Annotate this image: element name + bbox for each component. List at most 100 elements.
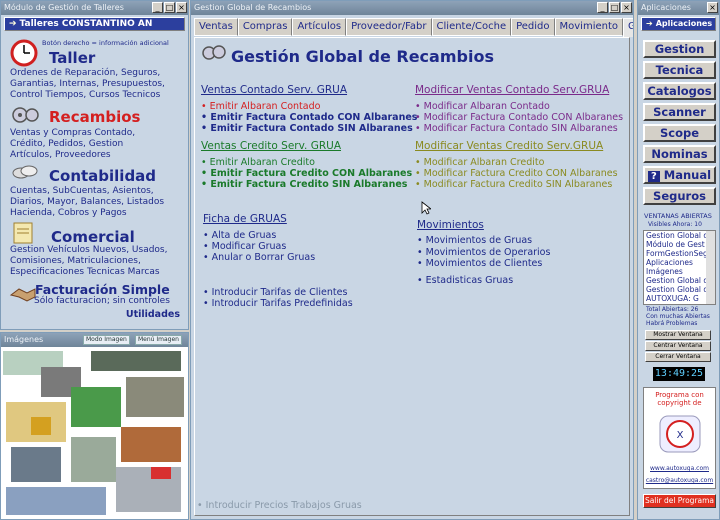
modificar-albaran-credito-link[interactable]: Modificar Albaran Credito: [415, 157, 545, 168]
list-item[interactable]: Gestion Global d: [646, 285, 715, 294]
talleres-module-window: Módulo de Gestión de Talleres _ □ × ➔ Tal…: [0, 0, 189, 330]
list-item[interactable]: FormGestionSeg: [646, 249, 715, 258]
right-titlebar[interactable]: Aplicaciones ×: [638, 1, 719, 15]
estadisticas-gruas-link[interactable]: Estadisticas Gruas: [417, 275, 514, 286]
mostrar-ventana-button[interactable]: Mostrar Ventana: [645, 330, 711, 340]
modificar-factura-credito-con-link[interactable]: Modificar Factura Credito CON Albaranes: [415, 168, 618, 179]
maximize-button[interactable]: □: [609, 2, 620, 13]
scanner-button[interactable]: Scanner: [643, 103, 716, 121]
desc-line: Control Tiempos, Cursos Tecnicos: [10, 90, 161, 100]
anular-gruas-link[interactable]: Anular o Borrar Gruas: [203, 252, 316, 263]
taller-desc: Ordenes de Reparación, Seguros, Garantia…: [10, 68, 165, 101]
warning-line-1: Con muchas Abiertas: [646, 313, 710, 320]
desc-line: Ordenes de Reparación, Seguros,: [10, 68, 161, 78]
module-comercial[interactable]: Comercial: [51, 228, 135, 246]
maximize-button[interactable]: □: [164, 2, 175, 13]
arrow-right-icon: ➔: [646, 19, 653, 28]
modificar-albaran-contado-link[interactable]: Modificar Albaran Contado: [415, 101, 550, 112]
nominas-button[interactable]: Nominas: [643, 145, 716, 163]
list-item[interactable]: Gestion Global d: [646, 276, 715, 285]
coins-icon: [12, 165, 38, 179]
tarifas-clientes-link[interactable]: Introducir Tarifas de Clientes: [203, 287, 348, 298]
workshop-name: Talleres CONSTANTINO AN: [19, 19, 153, 29]
minimize-button[interactable]: _: [597, 2, 608, 13]
center-titlebar[interactable]: Gestion Global de Recambios _ □ ×: [191, 1, 633, 15]
tab-proveedor[interactable]: Proveedor/Fabr: [346, 18, 432, 36]
alta-gruas-link[interactable]: Alta de Gruas: [203, 230, 277, 241]
comercial-desc: Gestion Vehículos Nuevos, Usados, Comisi…: [10, 245, 168, 278]
factura-contado-sin-link[interactable]: Emitir Factura Contado SIN Albaranes: [201, 123, 412, 134]
factura-credito-con-link[interactable]: Emitir Factura Credito CON Albaranes: [201, 168, 412, 179]
modificar-factura-contado-con-link[interactable]: Modificar Factura Contado CON Albaranes: [415, 112, 623, 123]
tab-ventas[interactable]: Ventas: [194, 18, 238, 36]
close-button[interactable]: ×: [621, 2, 632, 13]
module-taller[interactable]: Taller: [49, 49, 95, 67]
modificar-gruas-link[interactable]: Modificar Gruas: [203, 241, 287, 252]
visible-now-label: Visibles Ahora: 10: [648, 221, 702, 228]
right-window-title: Aplicaciones: [641, 3, 691, 12]
list-item[interactable]: Módulo de Gest: [646, 240, 715, 249]
catalogos-button[interactable]: Catalogos: [643, 82, 716, 100]
contabilidad-desc: Cuentas, SubCuentas, Asientos, Diarios, …: [10, 186, 164, 219]
left-window-title: Módulo de Gestión de Talleres: [4, 3, 124, 12]
movimientos-title: Movimientos: [417, 219, 484, 231]
list-item[interactable]: Gestion Global d: [646, 231, 715, 240]
aplicaciones-window: Aplicaciones × ➔ Aplicaciones Gestion Tec…: [637, 0, 720, 520]
cerrar-ventana-button[interactable]: Cerrar Ventana: [645, 352, 711, 362]
modificar-factura-contado-sin-link[interactable]: Modificar Factura Contado SIN Albaranes: [415, 123, 618, 134]
movimientos-clientes-link[interactable]: Movimientos de Clientes: [417, 258, 543, 269]
desc-line: Artículos, Proveedores: [10, 150, 111, 160]
movimientos-operarios-link[interactable]: Movimientos de Operarios: [417, 247, 551, 258]
desc-line: Comisiones, Matriculaciones,: [10, 256, 141, 266]
factura-credito-sin-link[interactable]: Emitir Factura Credito SIN Albaranes: [201, 179, 407, 190]
desc-line: Cuentas, SubCuentas, Asientos,: [10, 186, 154, 196]
image-mode-button[interactable]: Modo Imagen: [83, 335, 130, 345]
module-recambios[interactable]: Recambios: [49, 108, 140, 126]
gears-icon: [12, 107, 39, 123]
tarifas-predefinidas-link[interactable]: Introducir Tarifas Predefinidas: [203, 298, 353, 309]
module-facturacion-simple[interactable]: Facturación Simple: [35, 282, 170, 297]
website-link[interactable]: www.autoxuga.com: [644, 465, 715, 472]
tab-compras[interactable]: Compras: [237, 18, 293, 36]
list-item[interactable]: Aplicaciones: [646, 258, 715, 267]
list-item[interactable]: AUTOXUGA: G: [646, 294, 715, 303]
emitir-albaran-credito-link[interactable]: Emitir Albaran Credito: [201, 157, 315, 168]
centrar-ventana-button[interactable]: Centrar Ventana: [645, 341, 711, 351]
images-window-title: Imágenes: [4, 335, 44, 344]
minimize-button[interactable]: _: [152, 2, 163, 13]
list-item[interactable]: Imágenes: [646, 267, 715, 276]
tecnica-button[interactable]: Tecnica: [643, 61, 716, 79]
email-link[interactable]: castro@autoxuga.com: [644, 477, 715, 484]
exit-program-button[interactable]: Salir del Programa: [643, 494, 716, 508]
utilidades-link[interactable]: Utilidades: [126, 309, 180, 320]
scope-button[interactable]: Scope: [643, 124, 716, 142]
manual-label: Manual: [663, 168, 712, 182]
module-contabilidad[interactable]: Contabilidad: [49, 167, 156, 185]
open-windows-label: VENTANAS ABIERTAS: [644, 212, 712, 220]
precios-trabajos-link[interactable]: Introducir Precios Trabajos Gruas: [197, 500, 362, 511]
tab-cliente-coche[interactable]: Cliente/Coche: [431, 18, 512, 36]
mouse-cursor-icon: [421, 201, 431, 215]
open-windows-list[interactable]: Gestion Global d Módulo de Gest FormGest…: [643, 230, 716, 305]
close-button[interactable]: ×: [176, 2, 187, 13]
close-button[interactable]: ×: [707, 2, 718, 13]
tab-pedido[interactable]: Pedido: [511, 18, 555, 36]
factura-contado-con-link[interactable]: Emitir Factura Contado CON Albaranes: [201, 112, 417, 123]
gears-icon: [202, 45, 226, 60]
list-scrollbar[interactable]: [706, 231, 715, 304]
gestion-button[interactable]: Gestion: [643, 40, 716, 58]
image-menu-button[interactable]: Menú Imagen: [135, 335, 182, 345]
digital-clock: 13:49:25: [653, 367, 705, 381]
ventas-contado-title: Ventas Contado Serv. GRUA: [201, 84, 348, 96]
manual-button[interactable]: ? Manual: [643, 166, 716, 184]
tab-gruas[interactable]: GRUAS: [623, 18, 633, 37]
tab-articulos[interactable]: Artículos: [292, 18, 347, 36]
left-titlebar[interactable]: Módulo de Gestión de Talleres _ □ ×: [1, 1, 188, 15]
modificar-factura-credito-sin-link[interactable]: Modificar Factura Credito SIN Albaranes: [415, 179, 613, 190]
ficha-gruas-title: Ficha de GRUAS: [203, 213, 287, 225]
modificar-contado-title: Modificar Ventas Contado Serv.GRUA: [415, 84, 610, 96]
emitir-albaran-contado-link[interactable]: Emitir Albaran Contado: [201, 101, 321, 112]
seguros-button[interactable]: Seguros: [643, 187, 716, 205]
movimientos-gruas-link[interactable]: Movimientos de Gruas: [417, 235, 533, 246]
tab-movimiento[interactable]: Movimiento: [554, 18, 624, 36]
